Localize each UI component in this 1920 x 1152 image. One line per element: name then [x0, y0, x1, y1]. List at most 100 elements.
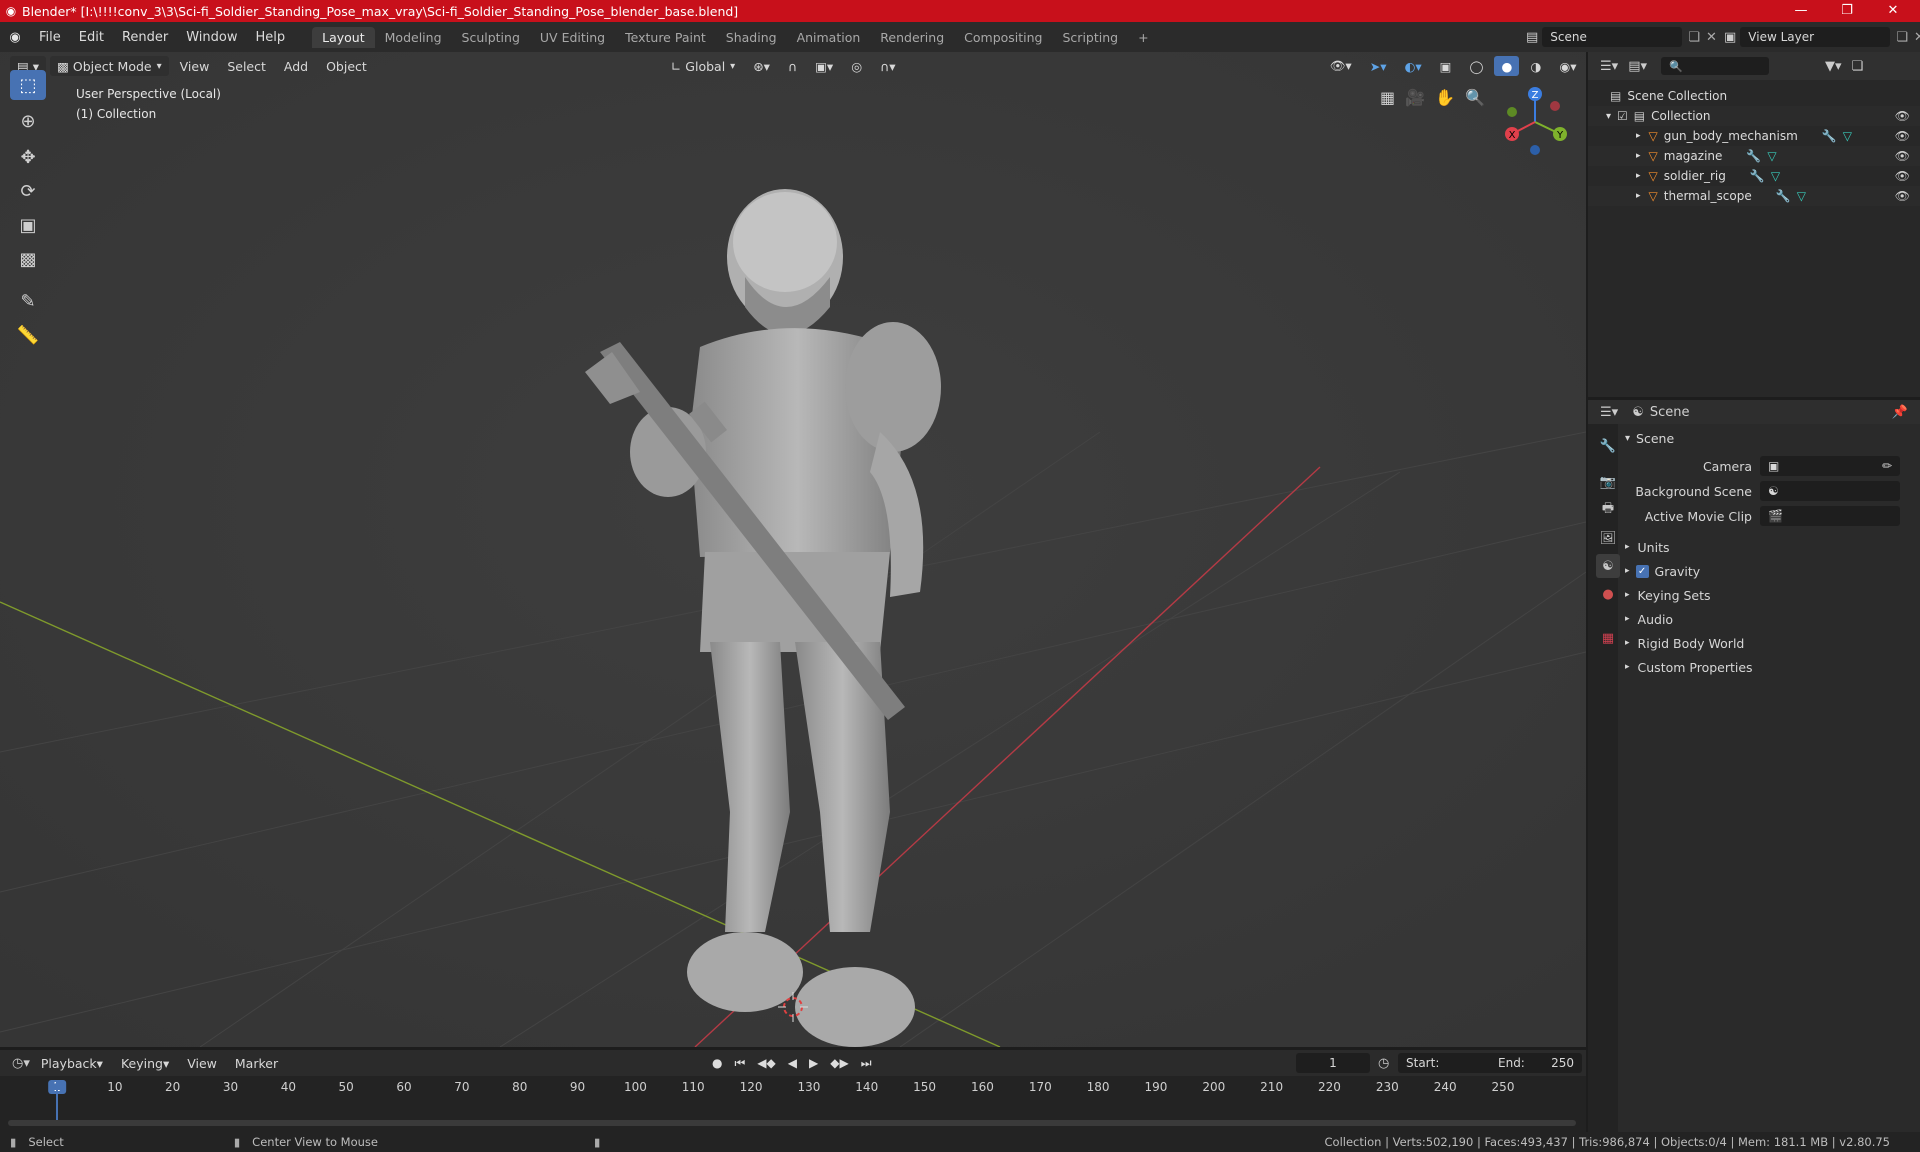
- render-tab-icon[interactable]: 📷: [1596, 470, 1620, 494]
- snap-target-icon[interactable]: ▣▾: [808, 56, 840, 76]
- camera-view-icon[interactable]: 🎥: [1405, 88, 1425, 107]
- output-tab-icon[interactable]: 🖶: [1596, 498, 1620, 522]
- navigation-gizmo[interactable]: Z Y X: [1495, 82, 1575, 162]
- audio-section[interactable]: ▸ Audio: [1625, 608, 1915, 630]
- menu-file[interactable]: File: [30, 30, 70, 45]
- remove-scene-icon[interactable]: ✕: [1706, 30, 1717, 45]
- scene-tab-icon[interactable]: ☯: [1596, 554, 1620, 578]
- visibility-icon[interactable]: 👁▾: [1323, 56, 1359, 76]
- camera-field[interactable]: ▣ ✏: [1760, 456, 1900, 476]
- material-shading-icon[interactable]: ◑: [1523, 56, 1548, 76]
- view-layer-icon[interactable]: ▣: [1724, 30, 1736, 45]
- 3d-viewport[interactable]: ▤ ▾ ▩ Object Mode ▾ View Select Add Object…: [0, 52, 1586, 1047]
- scene-field[interactable]: Scene: [1542, 27, 1683, 47]
- gizmo-neg-x[interactable]: [1550, 101, 1560, 111]
- visibility-eye-icon[interactable]: 👁: [1895, 149, 1910, 163]
- gravity-checkbox[interactable]: ✓: [1635, 564, 1649, 578]
- visibility-eye-icon[interactable]: 👁: [1895, 189, 1910, 203]
- frame-ruler[interactable]: 1102030405060708090100110120130140150160…: [0, 1078, 1586, 1098]
- outliner-item-thermal-scope[interactable]: ▸ ▽ thermal_scope 🔧 ▽ 👁: [1588, 186, 1920, 206]
- keying-menu[interactable]: Keying ▾: [114, 1053, 176, 1073]
- checkbox-icon[interactable]: ☑: [1617, 109, 1628, 123]
- play-reverse-icon[interactable]: ◀: [788, 1056, 797, 1071]
- tool-tab-icon[interactable]: 🔧: [1596, 434, 1620, 458]
- display-mode-icon[interactable]: ▤▾: [1628, 59, 1647, 74]
- tab-animation[interactable]: Animation: [787, 27, 871, 48]
- outliner-item-soldier-rig[interactable]: ▸ ▽ soldier_rig 🔧 ▽ 👁: [1588, 166, 1920, 186]
- add-menu[interactable]: Add: [277, 56, 315, 76]
- close-icon[interactable]: ✕: [1870, 0, 1916, 22]
- maximize-icon[interactable]: ❐: [1824, 0, 1870, 22]
- expand-arrow-icon[interactable]: ▾: [1606, 111, 1611, 122]
- expand-arrow-icon[interactable]: ▸: [1636, 131, 1641, 141]
- outliner-editor-icon[interactable]: ☰▾: [1600, 59, 1618, 74]
- menu-edit[interactable]: Edit: [70, 30, 113, 45]
- overlay-toggle-icon[interactable]: ◐▾: [1397, 56, 1428, 76]
- annotate-tool-icon[interactable]: ✎: [10, 286, 46, 316]
- filter-icon[interactable]: ▼▾: [1825, 59, 1842, 74]
- gizmo-toggle-icon[interactable]: ➤▾: [1363, 56, 1394, 76]
- object-menu[interactable]: Object: [319, 56, 374, 76]
- gizmo-neg-y[interactable]: [1507, 107, 1517, 117]
- new-view-layer-icon[interactable]: ❏: [1896, 30, 1908, 45]
- record-icon[interactable]: ●: [712, 1056, 722, 1071]
- cursor-tool-icon[interactable]: ⊕: [10, 106, 46, 136]
- jump-end-icon[interactable]: ⏭: [861, 1056, 872, 1071]
- scale-tool-icon[interactable]: ▣: [10, 210, 46, 240]
- select-menu[interactable]: Select: [220, 56, 273, 76]
- properties-editor-icon[interactable]: ☰▾: [1600, 405, 1618, 420]
- marker-menu[interactable]: Marker: [228, 1053, 285, 1073]
- transform-tool-icon[interactable]: ▩: [10, 244, 46, 274]
- world-tab-icon[interactable]: ●: [1596, 582, 1620, 606]
- visibility-eye-icon[interactable]: 👁: [1895, 109, 1910, 123]
- clock-icon[interactable]: ◷: [1378, 1056, 1389, 1071]
- outliner-item-magazine[interactable]: ▸ ▽ magazine 🔧 ▽ 👁: [1588, 146, 1920, 166]
- falloff-icon[interactable]: ∩▾: [873, 56, 902, 76]
- zoom-icon[interactable]: 🔍: [1465, 88, 1485, 107]
- outliner-item-gun-body[interactable]: ▸ ▽ gun_body_mechanism 🔧 ▽ 👁: [1588, 126, 1920, 146]
- jump-start-icon[interactable]: ⏮: [734, 1056, 745, 1071]
- xray-toggle-icon[interactable]: ▣: [1433, 56, 1459, 76]
- object-mode-dropdown[interactable]: ▩ Object Mode ▾: [50, 56, 169, 76]
- measure-tool-icon[interactable]: 📏: [10, 320, 46, 350]
- current-frame-field[interactable]: 1: [1296, 1053, 1370, 1073]
- eyedropper-icon[interactable]: ✏: [1882, 459, 1892, 473]
- add-workspace-button[interactable]: +: [1128, 27, 1158, 48]
- tab-texture-paint[interactable]: Texture Paint: [615, 27, 716, 48]
- play-icon[interactable]: ▶: [809, 1056, 818, 1071]
- menu-window[interactable]: Window: [177, 30, 246, 45]
- timeline-view-menu[interactable]: View: [180, 1053, 224, 1073]
- tab-layout[interactable]: Layout: [312, 26, 375, 48]
- blender-menu-icon[interactable]: ◉: [0, 30, 30, 45]
- view-layer-tab-icon[interactable]: 🖼: [1596, 526, 1620, 550]
- units-section[interactable]: ▸ Units: [1625, 536, 1915, 558]
- tab-sculpting[interactable]: Sculpting: [452, 27, 530, 48]
- tab-compositing[interactable]: Compositing: [954, 27, 1052, 48]
- remove-view-layer-icon[interactable]: ✕: [1914, 30, 1920, 45]
- select-box-tool-icon[interactable]: ⬚: [10, 70, 46, 100]
- move-tool-icon[interactable]: ✥: [10, 142, 46, 172]
- scene-icon[interactable]: ▤: [1526, 30, 1538, 45]
- visibility-eye-icon[interactable]: 👁: [1895, 169, 1910, 183]
- tab-modeling[interactable]: Modeling: [375, 27, 452, 48]
- grid-view-icon[interactable]: ▦: [1380, 88, 1395, 107]
- next-keyframe-icon[interactable]: ◆▶: [830, 1056, 848, 1071]
- pin-icon[interactable]: 📌: [1892, 405, 1908, 420]
- scene-collection-row[interactable]: ▤ Scene Collection: [1588, 86, 1920, 106]
- rendered-shading-icon[interactable]: ◉▾: [1552, 56, 1583, 76]
- custom-properties-section[interactable]: ▸ Custom Properties: [1625, 656, 1915, 678]
- tab-shading[interactable]: Shading: [716, 27, 787, 48]
- solid-shading-icon[interactable]: ●: [1494, 56, 1520, 76]
- timeline-editor-icon[interactable]: ◷▾: [12, 1056, 30, 1071]
- background-scene-field[interactable]: ☯: [1760, 481, 1900, 501]
- end-frame-field[interactable]: End: 250: [1490, 1053, 1582, 1073]
- pivot-point-icon[interactable]: ⊛▾: [746, 56, 777, 76]
- timeline-scrollbar[interactable]: [8, 1120, 1576, 1126]
- prev-keyframe-icon[interactable]: ◀◆: [757, 1056, 775, 1071]
- keying-sets-section[interactable]: ▸ Keying Sets: [1625, 584, 1915, 606]
- rigid-body-world-section[interactable]: ▸ Rigid Body World: [1625, 632, 1915, 654]
- visibility-eye-icon[interactable]: 👁: [1895, 129, 1910, 143]
- snap-icon[interactable]: ∩: [781, 56, 804, 76]
- transform-orientation-dropdown[interactable]: ∟ Global ▾: [664, 56, 742, 76]
- wireframe-shading-icon[interactable]: ◯: [1462, 56, 1490, 76]
